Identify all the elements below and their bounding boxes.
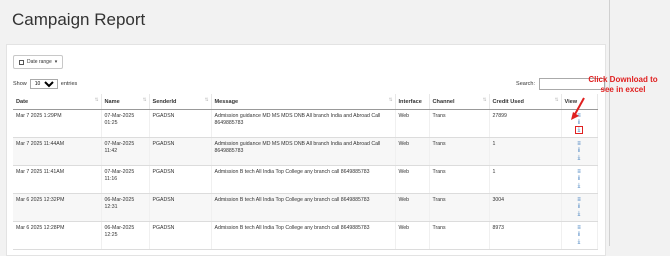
cell-interface: Web (395, 193, 430, 222)
cell-interface: Web (395, 165, 430, 194)
download-icon[interactable]: ⤓ (576, 155, 582, 161)
cell-view: ≡ i ⤓ (561, 193, 598, 222)
cell-sender: PGADSN (149, 165, 212, 194)
list-icon[interactable]: ≡ (576, 141, 582, 147)
chevron-down-icon: ▾ (54, 59, 58, 65)
col-interface[interactable]: Interface (395, 94, 430, 110)
col-senderid[interactable]: SenderId ⇅ (149, 94, 212, 110)
cell-sender: PGADSN (149, 193, 212, 222)
cell-name: 07-Mar-2025 01:25 (101, 109, 150, 138)
table-header-row: Date ⇅ Name ⇅ SenderId ⇅ Message ⇅ Interface… (13, 94, 598, 110)
calendar-icon (19, 59, 24, 65)
report-panel: Date range ▾ Show 10 entries Search: Dat… (6, 44, 606, 256)
cell-name: 06-Mar-2025 12:31 (101, 193, 150, 222)
cell-credit: 27899 (489, 109, 562, 138)
col-message[interactable]: Message ⇅ (211, 94, 396, 110)
date-range-button[interactable]: Date range ▾ (13, 55, 64, 69)
cell-interface: Web (395, 109, 430, 138)
date-range-label: Date range (27, 59, 52, 65)
cell-credit: 3004 (489, 193, 562, 222)
info-icon[interactable]: i (576, 232, 582, 238)
table-row: Mar 6 2025 12:32PM 06-Mar-2025 12:31 PGA… (13, 193, 598, 222)
sort-icon: ⇅ (554, 97, 559, 102)
cell-message: Admission B tech All India Top College a… (211, 221, 396, 250)
cell-message: Admission guidance MD MS MDS DNB All bra… (211, 109, 396, 138)
page-divider (609, 0, 610, 246)
cell-view: ≡ i ⤓ (561, 137, 598, 166)
list-icon[interactable]: ≡ (576, 225, 582, 231)
cell-message: Admission B tech All India Top College a… (211, 193, 396, 222)
info-icon[interactable]: i (576, 176, 582, 182)
download-icon[interactable]: ⤓ (576, 239, 582, 245)
sort-icon: ⇅ (94, 97, 99, 102)
search-label: Search: (516, 81, 535, 87)
cell-channel: Trans (429, 137, 490, 166)
download-annotation: Click Download to see in excel (588, 75, 658, 94)
table-row: Mar 7 2025 11:41AM 07-Mar-2025 11:16 PGA… (13, 165, 598, 194)
list-icon[interactable]: ≡ (576, 169, 582, 175)
cell-name: 07-Mar-2025 11:16 (101, 165, 150, 194)
cell-channel: Trans (429, 165, 490, 194)
cell-message: Admission B tech All India Top College a… (211, 165, 396, 194)
cell-sender: PGADSN (149, 137, 212, 166)
sort-icon: ⇅ (482, 97, 487, 102)
cell-channel: Trans (429, 109, 490, 138)
cell-date: Mar 7 2025 11:44AM (13, 137, 102, 166)
cell-interface: Web (395, 137, 430, 166)
entries-label: entries (60, 81, 78, 87)
info-icon[interactable]: i (576, 148, 582, 154)
cell-date: Mar 7 2025 11:41AM (13, 165, 102, 194)
cell-name: 06-Mar-2025 12:25 (101, 221, 150, 250)
entries-control: Show 10 entries (13, 79, 77, 89)
annotation-arrow-icon (571, 97, 585, 120)
cell-channel: Trans (429, 221, 490, 250)
cell-channel: Trans (429, 193, 490, 222)
download-icon[interactable]: ⤓ (574, 125, 584, 135)
cell-sender: PGADSN (149, 109, 212, 138)
cell-date: Mar 6 2025 12:28PM (13, 221, 102, 250)
sort-icon: ⇅ (204, 97, 209, 102)
cell-name: 07-Mar-2025 11:42 (101, 137, 150, 166)
col-name[interactable]: Name ⇅ (101, 94, 150, 110)
cell-view: ≡ i ⤓ (561, 221, 598, 250)
col-date[interactable]: Date ⇅ (13, 94, 102, 110)
sort-icon: ⇅ (388, 97, 393, 102)
campaign-table: Date ⇅ Name ⇅ SenderId ⇅ Message ⇅ Interface… (13, 94, 598, 250)
table-row: Mar 7 2025 1:29PM 07-Mar-2025 01:25 PGAD… (13, 109, 598, 138)
cell-date: Mar 6 2025 12:32PM (13, 193, 102, 222)
download-icon[interactable]: ⤓ (576, 211, 582, 217)
list-icon[interactable]: ≡ (576, 197, 582, 203)
cell-credit: 1 (489, 165, 562, 194)
cell-date: Mar 7 2025 1:29PM (13, 109, 102, 138)
cell-view: ≡ i ⤓ (561, 165, 598, 194)
entries-select[interactable]: 10 (29, 79, 58, 89)
download-icon[interactable]: ⤓ (576, 183, 582, 189)
cell-message: Admission guidance MD MS MDS DNB All bra… (211, 137, 396, 166)
info-icon[interactable]: i (576, 204, 582, 210)
sort-icon: ⇅ (142, 97, 147, 102)
col-credit-used[interactable]: Credit Used ⇅ (489, 94, 562, 110)
page-title: Campaign Report (12, 10, 146, 29)
col-channel[interactable]: Channel ⇅ (429, 94, 490, 110)
table-row: Mar 6 2025 12:28PM 06-Mar-2025 12:25 PGA… (13, 221, 598, 250)
cell-interface: Web (395, 221, 430, 250)
cell-credit: 8973 (489, 221, 562, 250)
table-row: Mar 7 2025 11:44AM 07-Mar-2025 11:42 PGA… (13, 137, 598, 166)
cell-credit: 1 (489, 137, 562, 166)
cell-sender: PGADSN (149, 221, 212, 250)
show-label: Show (13, 81, 27, 87)
